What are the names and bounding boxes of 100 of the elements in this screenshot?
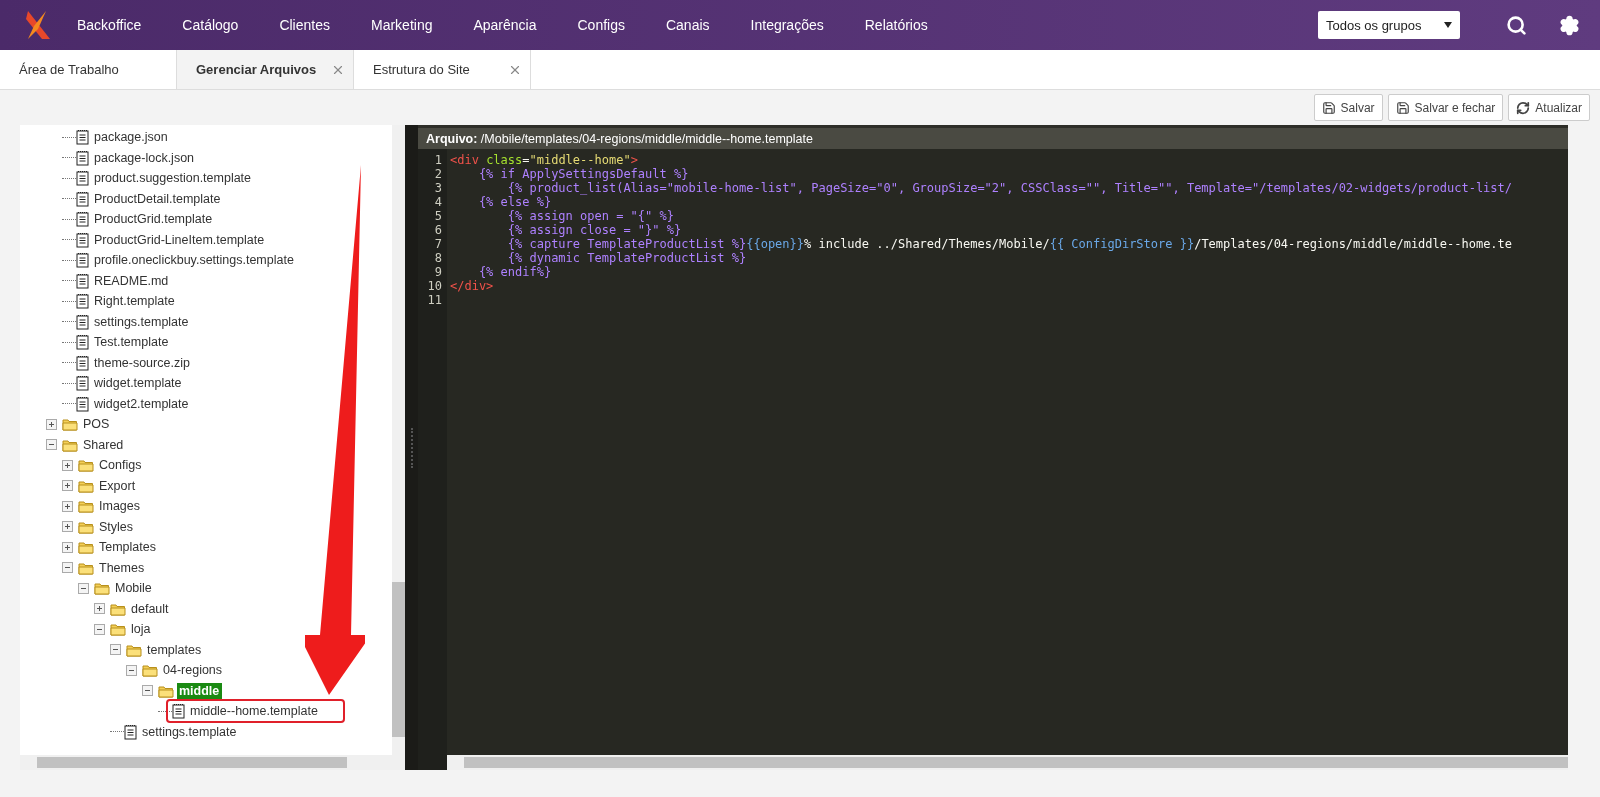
file-icon [76,313,89,330]
toolbar-button[interactable]: Atualizar [1508,94,1590,121]
file-icon [76,231,89,248]
nav-link[interactable]: Catálogo [182,17,239,33]
nav-link[interactable]: Canais [665,17,710,33]
tree-item[interactable]: Shared [81,436,127,453]
collapse-toggle[interactable] [126,664,137,676]
folder-icon [158,683,174,698]
nav-link[interactable]: Configs [577,17,625,33]
tree-item[interactable]: Export [97,477,139,494]
folder-icon [110,622,126,637]
settings-icon[interactable] [1559,14,1580,36]
tree-item[interactable]: settings.template [140,723,240,740]
expand-toggle[interactable] [62,459,73,471]
tree-item[interactable]: default [129,600,172,617]
code-line: <div class="middle--home"> [450,153,639,167]
line-number: 6 [434,223,442,237]
tree-item[interactable]: ProductGrid.template [92,211,216,228]
tree-item[interactable]: middle [177,682,223,699]
line-number: 8 [434,251,442,265]
collapse-toggle[interactable] [78,582,89,594]
tree-item[interactable]: README.md [92,272,172,289]
code-line: {% endif%} [477,265,553,279]
folder-icon [62,417,78,432]
collapse-toggle[interactable] [142,685,153,697]
folder-icon [78,560,94,575]
file-icon [76,252,89,269]
code-line: </div> [450,279,495,293]
horizontal-scrollbar[interactable] [447,755,1568,770]
file-icon [76,272,89,289]
group-select[interactable]: Todos os grupos [1318,11,1460,39]
file-icon [76,190,89,207]
tree-item[interactable]: Right.template [92,293,178,310]
code-line: {% product_list(Alias="mobile-home-list", PageSize="0", GroupSize="2", CSSClass="", Title="", Template="/templates/02-widgets/product-list/ [506,181,1514,195]
nav-link[interactable]: Clientes [279,17,330,33]
tree-item[interactable]: Themes [97,559,148,576]
tab[interactable]: Gerenciar Arquivos [177,50,354,89]
line-number: 4 [434,195,442,209]
tree-item[interactable]: Test.template [92,334,172,351]
toolbar-button[interactable]: Salvar [1313,94,1383,121]
search-icon[interactable] [1506,14,1527,36]
file-icon [76,375,89,392]
tree-item[interactable]: 04-regions [161,662,226,679]
tree-item[interactable]: settings.template [92,313,192,330]
tree-item[interactable]: widget.template [92,375,185,392]
tree-item[interactable]: profile.oneclickbuy.settings.template [92,252,297,269]
file-icon [76,149,89,166]
expand-toggle[interactable] [62,521,73,533]
nav-link[interactable]: Aparência [473,17,537,33]
line-number: 7 [434,237,442,251]
expand-toggle[interactable] [62,500,73,512]
tree-item[interactable]: Configs [97,457,145,474]
file-icon [76,354,89,371]
tree-item[interactable]: Images [97,498,143,515]
line-number: 10 [427,279,442,293]
tree-item[interactable]: templates [145,641,205,658]
tree-item[interactable]: package-lock.json [92,149,198,166]
folder-icon [78,478,94,493]
tree-item[interactable]: package.json [92,129,171,146]
tree-item[interactable]: product.suggestion.template [92,170,255,187]
expand-toggle[interactable] [94,603,105,615]
file-icon [124,723,137,740]
tree-item[interactable]: loja [129,621,154,638]
toolbar-button[interactable]: Salvar e fechar [1387,94,1504,121]
folder-icon [142,663,158,678]
tree-item[interactable]: ProductDetail.template [92,190,224,207]
horizontal-scrollbar[interactable] [20,755,405,770]
file-icon [76,129,89,146]
tree-item[interactable]: widget2.template [92,395,192,412]
file-icon [172,703,185,720]
line-number: 9 [434,265,442,279]
tree-item[interactable]: Templates [97,539,159,556]
collapse-toggle[interactable] [94,623,105,635]
logo-icon[interactable] [24,9,52,41]
caret-icon [1444,22,1452,28]
code-line: {% assign close = "}" %} [506,223,683,237]
tree-item[interactable]: Mobile [113,580,155,597]
expand-toggle[interactable] [62,541,73,553]
collapse-toggle[interactable] [110,644,121,656]
expand-toggle[interactable] [62,480,73,492]
code-line: {% else %} [477,195,553,209]
nav-link[interactable]: Marketing [371,17,433,33]
line-number: 2 [434,167,442,181]
tree-item[interactable]: POS [81,416,113,433]
tree-item[interactable]: theme-source.zip [92,354,193,371]
nav-link[interactable]: Integrações [750,17,824,33]
tree-item[interactable]: ProductGrid-LineItem.template [92,231,268,248]
expand-toggle[interactable] [46,418,57,430]
file-icon [76,293,89,310]
code-line: {% dynamic TemplateProductList %} [506,251,748,265]
tree-item[interactable]: Styles [97,518,137,535]
collapse-toggle[interactable] [46,439,57,451]
code-line: {% if ApplySettingsDefault %} [477,167,690,181]
file-path: Arquivo: /Mobile/templates/04-regions/middle/middle--home.template [418,125,1568,149]
refresh-icon [1516,100,1531,115]
collapse-toggle[interactable] [62,562,73,574]
nav-link[interactable]: Relatórios [864,17,928,33]
folder-icon [126,642,142,657]
tree-item[interactable]: middle--home.template [188,703,321,720]
nav-link[interactable]: Backoffice [77,17,142,33]
